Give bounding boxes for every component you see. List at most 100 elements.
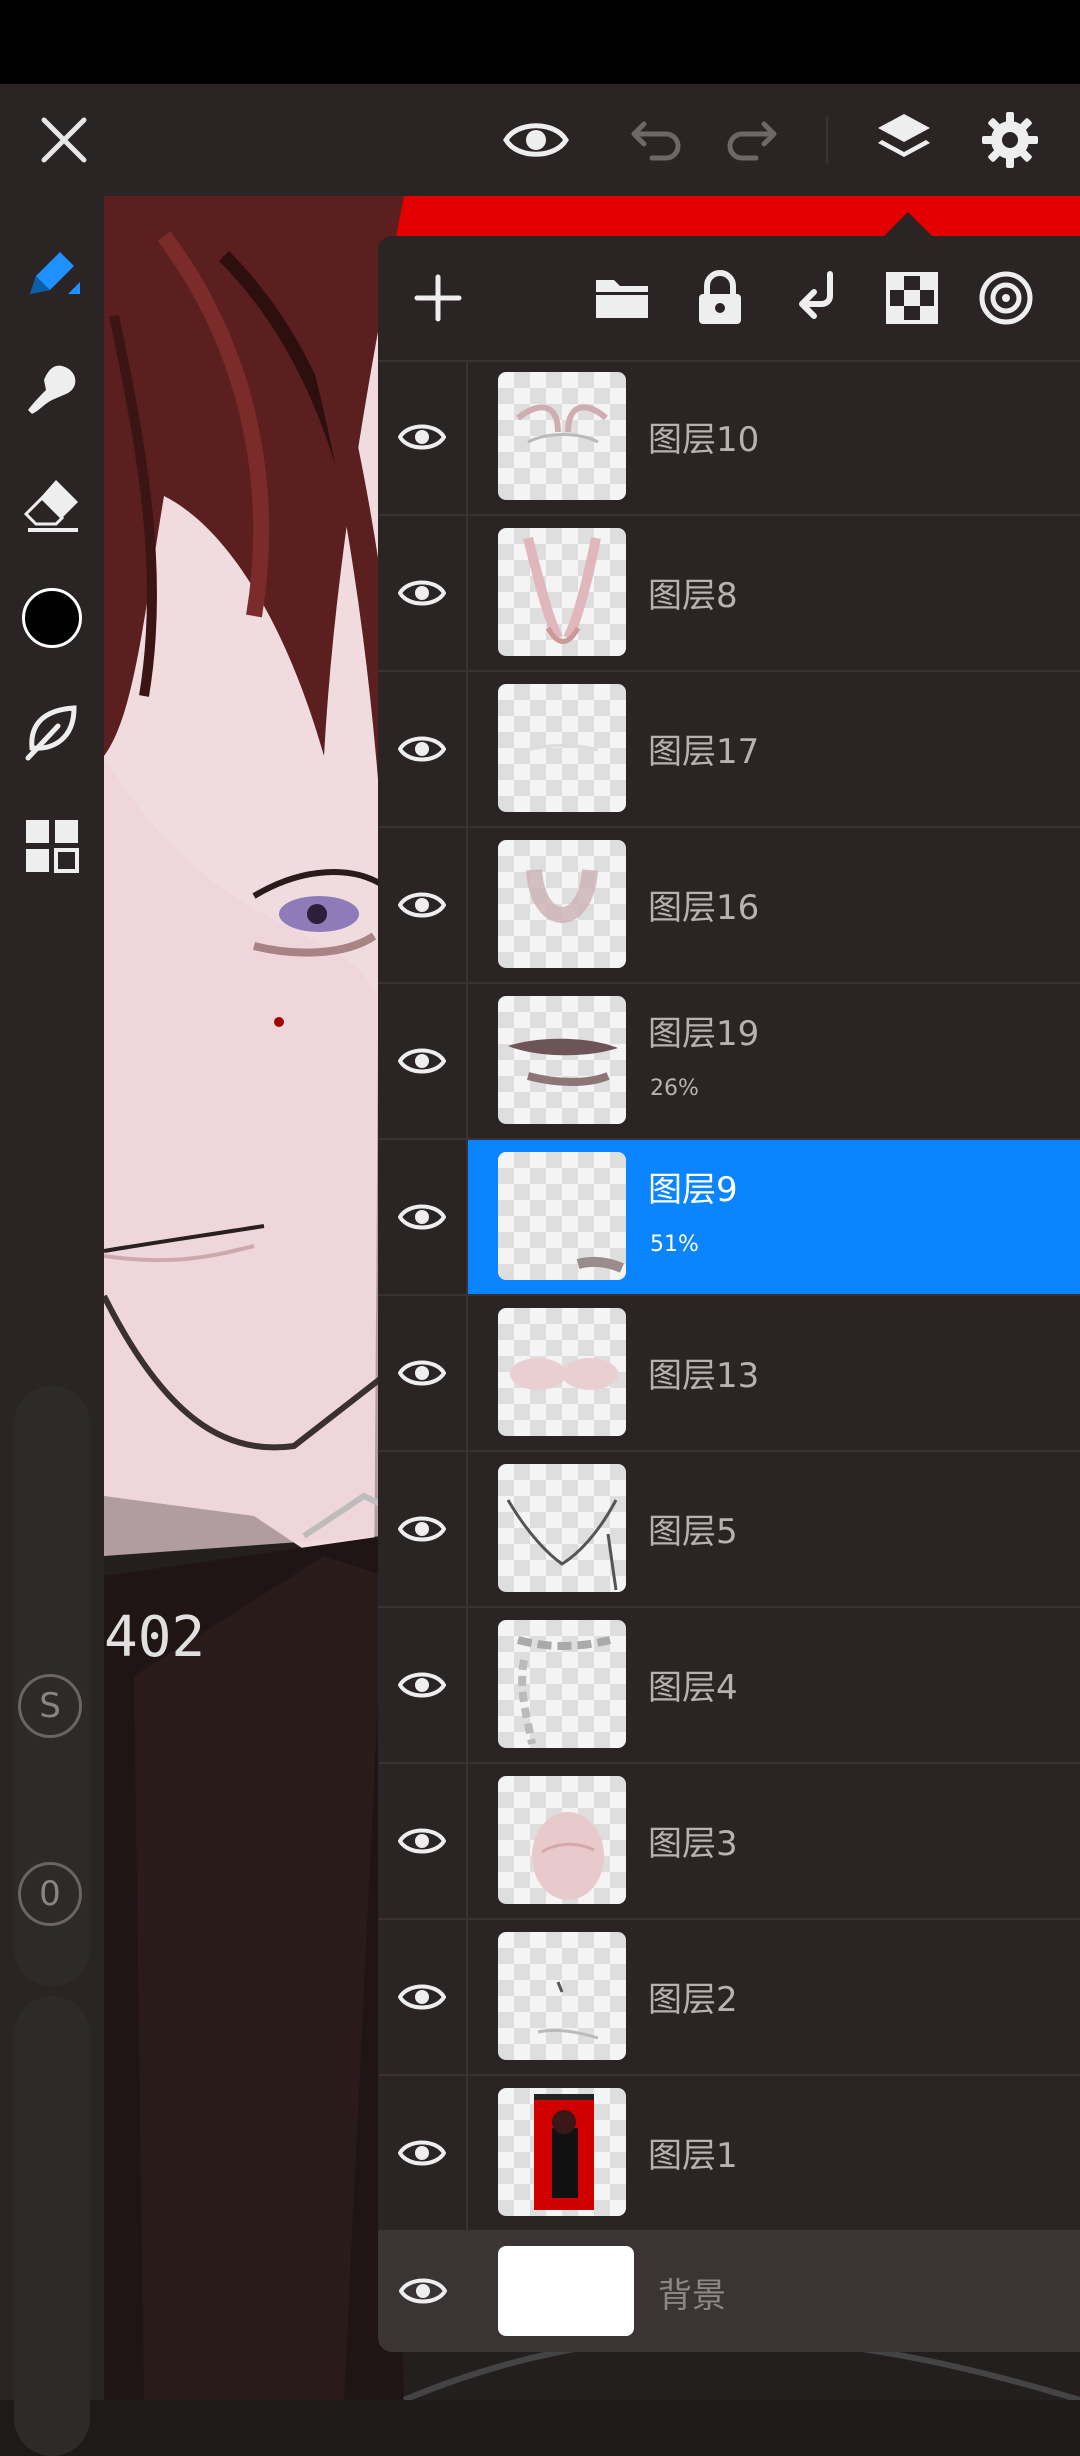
preview-button[interactable]: [488, 84, 584, 196]
layer-row[interactable]: 图层16: [378, 828, 1080, 984]
layer-name: 图层19: [648, 1014, 760, 1054]
leaf-icon: [25, 705, 77, 761]
layer-name: 图层4: [648, 1668, 738, 1708]
layer-content[interactable]: 图层8: [468, 516, 1080, 670]
eraser-tool[interactable]: [0, 454, 104, 554]
size-label: S: [39, 1686, 61, 1726]
tool-rail: S 0: [0, 196, 104, 2456]
eye-icon: [398, 1048, 446, 1074]
layer-visibility-toggle[interactable]: [378, 1296, 468, 1450]
transparency-button[interactable]: [872, 258, 952, 338]
layer-thumbnail: [498, 372, 626, 500]
layers-button[interactable]: [856, 84, 952, 196]
eye-icon: [398, 1672, 446, 1698]
color-picker[interactable]: [0, 568, 104, 668]
layer-row[interactable]: 图层13: [378, 1296, 1080, 1452]
layer-content[interactable]: 图层16: [468, 828, 1080, 982]
eye-icon: [398, 424, 446, 450]
layer-thumbnail: [498, 1152, 626, 1280]
close-icon: [41, 117, 87, 163]
layer-name: 图层2: [648, 1980, 738, 2020]
layer-visibility-toggle[interactable]: [378, 1452, 468, 1606]
layer-row[interactable]: 图层5: [378, 1452, 1080, 1608]
layer-visibility-toggle[interactable]: [378, 828, 468, 982]
layer-thumbnail: [498, 840, 626, 968]
layer-row[interactable]: 图层19 26%: [378, 984, 1080, 1140]
layer-name: 图层5: [648, 1512, 738, 1552]
layer-row[interactable]: 图层3: [378, 1764, 1080, 1920]
eye-icon: [399, 2278, 447, 2304]
pen-icon: [30, 252, 80, 294]
background-layer[interactable]: 背景: [378, 2230, 1080, 2352]
eraser-icon: [23, 480, 78, 532]
layer-thumbnail: [498, 684, 626, 812]
layer-row[interactable]: 图层2: [378, 1920, 1080, 2076]
smudge-tool[interactable]: [0, 340, 104, 440]
layer-visibility-toggle[interactable]: [378, 672, 468, 826]
layer-visibility-toggle[interactable]: [378, 1764, 468, 1918]
settings-button[interactable]: [962, 84, 1058, 196]
layer-visibility-toggle[interactable]: [378, 360, 468, 514]
layer-row[interactable]: 图层1: [378, 2076, 1080, 2232]
layer-visibility-toggle[interactable]: [378, 1920, 468, 2074]
eye-icon: [398, 1984, 446, 2010]
checker-icon: [886, 272, 938, 324]
layer-thumbnail: [498, 528, 626, 656]
brush-library[interactable]: [0, 682, 104, 782]
layer-row[interactable]: 图层17: [378, 672, 1080, 828]
opacity-slider[interactable]: [14, 1996, 90, 2456]
layer-row[interactable]: 图层8: [378, 516, 1080, 672]
layer-name: 图层8: [648, 576, 738, 616]
merge-down-button[interactable]: [776, 258, 856, 338]
eye-icon: [398, 1516, 446, 1542]
layer-visibility-toggle[interactable]: [378, 1608, 468, 1762]
layer-row[interactable]: 图层9 51%: [378, 1140, 1080, 1296]
top-toolbar: [0, 84, 1080, 196]
blend-mode-icon: [979, 271, 1033, 325]
layer-row[interactable]: 图层4: [378, 1608, 1080, 1764]
redo-button[interactable]: [704, 84, 800, 196]
layer-visibility-toggle[interactable]: [378, 516, 468, 670]
size-slider-handle[interactable]: S: [18, 1674, 82, 1738]
layers-icon: [878, 114, 930, 157]
layer-name: 背景: [658, 2276, 726, 2316]
layer-visibility-toggle[interactable]: [378, 2076, 468, 2230]
more-tools[interactable]: [0, 796, 104, 896]
layer-visibility-toggle[interactable]: [378, 1140, 468, 1294]
lock-layer-button[interactable]: [680, 258, 760, 338]
opacity-label: 0: [39, 1874, 61, 1914]
layer-visibility-toggle[interactable]: [378, 2230, 468, 2352]
layer-content[interactable]: 图层1: [468, 2076, 1080, 2230]
layers-panel-toolbar: [378, 236, 1080, 362]
add-layer-button[interactable]: [398, 258, 478, 338]
layer-content[interactable]: 图层2: [468, 1920, 1080, 2074]
layer-name: 图层1: [648, 2136, 738, 2176]
layer-name: 图层13: [648, 1356, 760, 1396]
panel-pointer: [884, 212, 932, 236]
add-folder-button[interactable]: [582, 258, 662, 338]
layer-content[interactable]: 图层4: [468, 1608, 1080, 1762]
layer-opacity: 51%: [650, 1232, 699, 1257]
close-button[interactable]: [16, 84, 112, 196]
layer-thumbnail: [498, 1464, 626, 1592]
pen-tool[interactable]: [0, 224, 104, 324]
layer-name: 图层9: [648, 1170, 738, 1210]
merge-down-icon: [799, 271, 833, 319]
layer-thumbnail: [498, 1776, 626, 1904]
undo-button[interactable]: [608, 84, 704, 196]
layer-content[interactable]: 图层13: [468, 1296, 1080, 1450]
layer-row[interactable]: 图层10: [378, 360, 1080, 516]
layer-content[interactable]: 图层9 51%: [468, 1140, 1080, 1294]
layer-content[interactable]: 图层19 26%: [468, 984, 1080, 1138]
blend-mode-button[interactable]: [966, 258, 1046, 338]
smudge-icon: [28, 365, 76, 414]
opacity-slider-handle[interactable]: 0: [18, 1862, 82, 1926]
layer-content[interactable]: 图层17: [468, 672, 1080, 826]
layer-content[interactable]: 图层10: [468, 360, 1080, 514]
layer-visibility-toggle[interactable]: [378, 984, 468, 1138]
layer-content[interactable]: 图层3: [468, 1764, 1080, 1918]
eye-icon: [398, 1828, 446, 1854]
color-swatch: [22, 588, 82, 648]
layer-name: 图层17: [648, 732, 760, 772]
layer-content[interactable]: 图层5: [468, 1452, 1080, 1606]
